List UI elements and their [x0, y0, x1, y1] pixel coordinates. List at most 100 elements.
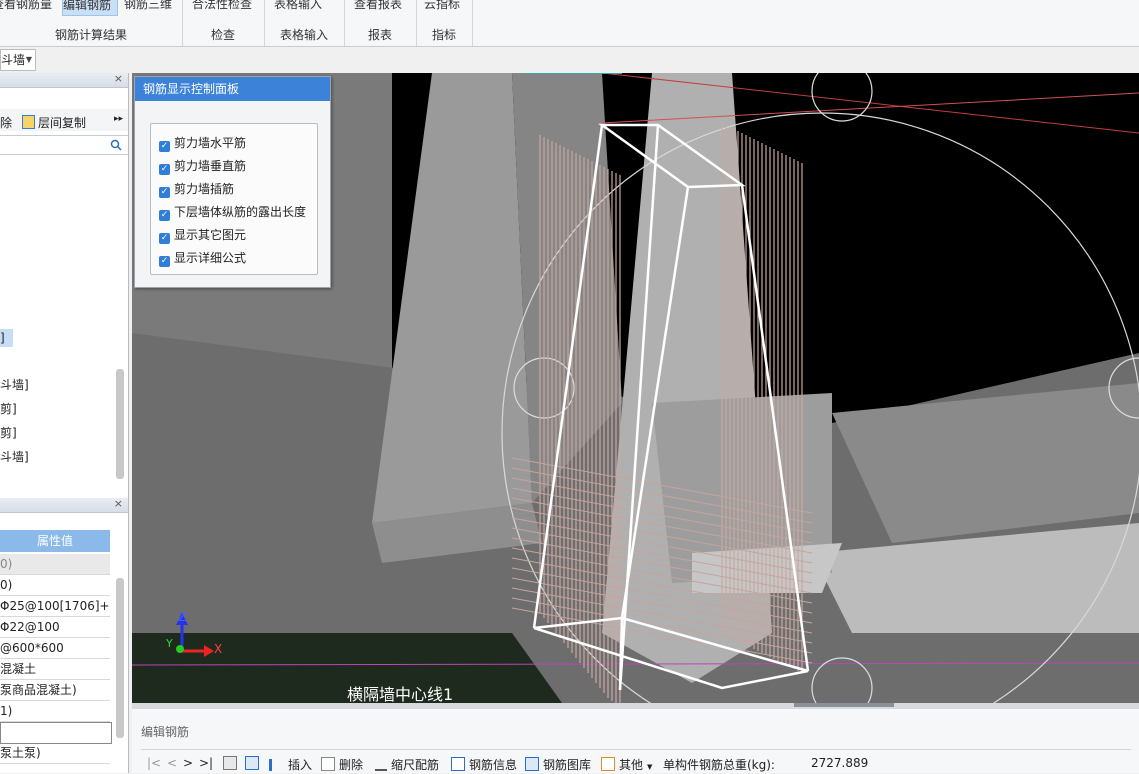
property-row[interactable]: @600*600 — [0, 638, 110, 659]
edit-rebar-title: 编辑钢筋 — [141, 725, 190, 739]
delete-button[interactable]: 除 — [0, 114, 12, 131]
chevron-down-icon: ▼ — [647, 763, 653, 771]
tree-scrollbar[interactable] — [116, 369, 124, 479]
rebar-info-label: 钢筋信息 — [469, 758, 518, 772]
search-icon — [110, 139, 122, 151]
scale-reinforcement-button[interactable]: 缩尺配筋 — [375, 756, 439, 773]
tree-item[interactable]: 斗墙] — [0, 448, 29, 466]
ribbon-group-index: 云指标 指标 — [416, 0, 473, 46]
close-icon[interactable]: × — [114, 497, 123, 510]
property-row[interactable]: 0) — [0, 554, 110, 575]
properties-panel: × 属性值 0) 0) Φ25@100[1706]+(2)Φ Φ22@100 @… — [0, 497, 129, 773]
property-row[interactable]: 混凝土 — [0, 659, 110, 680]
close-icon[interactable]: × — [114, 72, 123, 85]
prev-record-button[interactable]: < — [167, 756, 177, 770]
rebar-display-control-panel: 钢筋显示控制面板 ✓ 剪力墙水平筋 ✓ 剪力墙垂直筋 ✓ 剪力墙插筋 ✓ 下层墙体纵筋的… — [134, 76, 331, 288]
other-menu-button[interactable]: 其他 ▼ — [601, 756, 652, 773]
ribbon-group-label: 报表 — [367, 28, 392, 42]
option-label: 剪力墙垂直筋 — [174, 159, 247, 173]
ribbon-group-label: 钢筋计算结果 — [54, 28, 127, 42]
ribbon-group-check: 合法性检查 检查 — [182, 0, 265, 46]
checkbox-checked-icon: ✓ — [159, 233, 170, 244]
checkbox-checked-icon: ✓ — [159, 141, 170, 152]
move-up-icon[interactable] — [223, 756, 241, 771]
control-options-group: ✓ 剪力墙水平筋 ✓ 剪力墙垂直筋 ✓ 剪力墙插筋 ✓ 下层墙体纵筋的露出长度 ✓ 显示其… — [150, 123, 318, 275]
axis-line-label: 横隔墙中心线1 — [347, 685, 454, 704]
floor-copy-label: 层间复制 — [38, 116, 87, 130]
checkbox-checked-icon: ✓ — [159, 210, 170, 221]
z-axis-label: Z — [178, 610, 187, 624]
y-axis-label: Y — [166, 637, 173, 650]
last-record-button[interactable]: >| — [199, 756, 213, 770]
table-input-button[interactable]: 表格输入 — [274, 0, 322, 14]
edit-rebar-button[interactable]: 编辑钢筋 — [62, 0, 118, 16]
panel-header: × — [0, 497, 128, 513]
x-axis-label: X — [214, 642, 223, 656]
ribbon-group-rebar-results: 查看钢筋量 编辑钢筋 钢筋三维 钢筋计算结果 — [0, 0, 183, 46]
property-row[interactable]: Φ25@100[1706]+(2)Φ — [0, 596, 110, 617]
property-row[interactable]: 1) — [0, 701, 110, 722]
component-type-select[interactable]: 斗墙 ▼ — [0, 49, 36, 71]
ribbon: 查看钢筋量 编辑钢筋 钢筋三维 钢筋计算结果 合法性检查 检查 表格输入 表格输… — [0, 0, 1139, 47]
rebar-library-button[interactable]: 钢筋图库 — [525, 756, 591, 773]
validity-check-button[interactable]: 合法性检查 — [192, 0, 252, 14]
property-row[interactable]: Φ22@100 — [0, 617, 110, 638]
tree-item-selected[interactable]: ] — [0, 329, 13, 347]
delete-label: 删除 — [339, 758, 364, 772]
property-edit-field[interactable] — [0, 722, 112, 744]
property-row[interactable]: 泵商品混凝土) — [0, 680, 110, 701]
option-shear-wall-vertical[interactable]: ✓ 剪力墙垂直筋 — [159, 157, 246, 175]
ribbon-group-label: 指标 — [431, 28, 456, 42]
chevron-down-icon: ▼ — [25, 55, 32, 64]
tree-item[interactable]: 剪] — [0, 400, 17, 418]
floor-copy-button[interactable]: 层间复制 — [22, 114, 86, 131]
tree-item[interactable]: 斗墙] — [0, 376, 29, 394]
rebar-library-label: 钢筋图库 — [543, 758, 592, 772]
option-label: 下层墙体纵筋的露出长度 — [174, 205, 307, 219]
tree-toolbar: 除 层间复制 ▸▸ — [0, 109, 128, 131]
option-label: 剪力墙水平筋 — [174, 136, 247, 150]
rebar-3d-button[interactable]: 钢筋三维 — [124, 0, 172, 14]
move-down-icon[interactable] — [245, 756, 263, 771]
cloud-index-button[interactable]: 云指标 — [424, 0, 460, 14]
ribbon-group-report: 查看报表 报表 — [344, 0, 417, 46]
ribbon-group-label: 表格输入 — [279, 28, 328, 42]
delete-row-button[interactable]: 删除 — [321, 756, 363, 773]
panel-header: × — [0, 72, 128, 88]
edit-rebar-panel: 编辑钢筋 |< < > >| 插入 删除 缩尺配筋 钢筋信息 钢筋图库 其他 ▼ … — [132, 709, 1139, 773]
insert-button[interactable]: 插入 — [269, 756, 312, 773]
option-label: 显示详细公式 — [174, 251, 247, 265]
component-total-weight-value: 2727.889 — [811, 756, 869, 770]
component-type-value: 斗墙 — [1, 53, 26, 67]
checkbox-checked-icon: ✓ — [159, 256, 170, 267]
more-icon[interactable]: ▸▸ — [114, 114, 123, 124]
rebar-info-button[interactable]: 钢筋信息 — [451, 756, 517, 773]
option-show-detailed-formula[interactable]: ✓ 显示详细公式 — [159, 249, 246, 267]
option-lower-wall-exposure[interactable]: ✓ 下层墙体纵筋的露出长度 — [159, 203, 306, 221]
property-row[interactable]: 泵土泵) — [0, 743, 110, 764]
tree-search-input[interactable] — [0, 135, 128, 155]
option-label: 显示其它图元 — [174, 228, 247, 242]
next-record-button[interactable]: > — [183, 756, 193, 770]
checkbox-checked-icon: ✓ — [159, 164, 170, 175]
option-shear-wall-dowel[interactable]: ✓ 剪力墙插筋 — [159, 180, 234, 198]
properties-scrollbar[interactable] — [116, 578, 124, 738]
option-shear-wall-horizontal[interactable]: ✓ 剪力墙水平筋 — [159, 134, 246, 152]
control-panel-title: 钢筋显示控制面板 — [135, 77, 330, 101]
ribbon-group-label: 检查 — [210, 28, 235, 42]
copy-icon — [22, 115, 35, 129]
component-total-weight-label: 单构件钢筋总重(kg): — [663, 758, 775, 772]
property-row[interactable]: 0) — [0, 575, 110, 596]
insert-label: 插入 — [288, 758, 313, 772]
view-report-button[interactable]: 查看报表 — [354, 0, 402, 14]
splitter-grip[interactable] — [794, 703, 894, 707]
ribbon-group-table-input: 表格输入 表格输入 — [264, 0, 345, 46]
tree-item[interactable]: 剪] — [0, 424, 17, 442]
property-value-header: 属性值 — [0, 530, 110, 552]
first-record-button[interactable]: |< — [147, 756, 161, 770]
scale-label: 缩尺配筋 — [391, 758, 440, 772]
view-rebar-amount-button[interactable]: 查看钢筋量 — [0, 0, 52, 14]
option-show-other-elements[interactable]: ✓ 显示其它图元 — [159, 226, 246, 244]
edit-rebar-toolbar: |< < > >| 插入 删除 缩尺配筋 钢筋信息 钢筋图库 其他 ▼ 单构件钢筋… — [141, 749, 1131, 774]
option-label: 剪力墙插筋 — [174, 182, 235, 196]
